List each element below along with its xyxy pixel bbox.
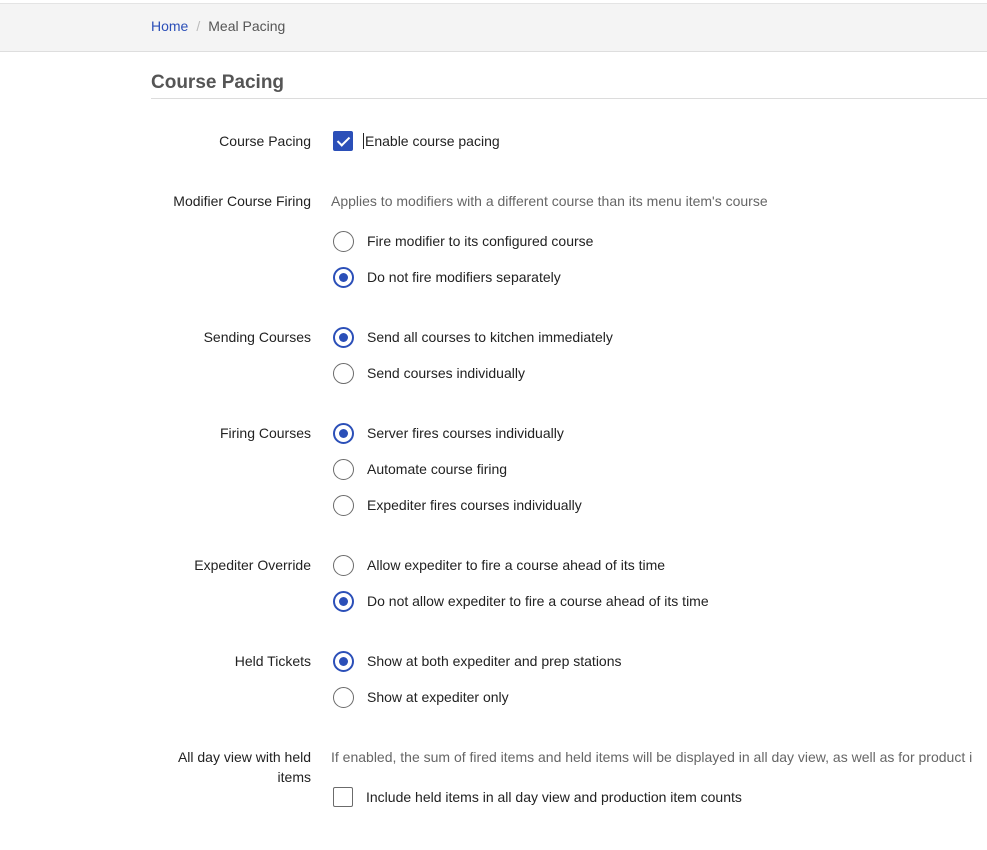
- do-not-fire-modifiers-option[interactable]: Do not fire modifiers separately: [333, 266, 561, 288]
- expediter-override-label: Expediter Override: [194, 557, 311, 573]
- automate-course-firing-option[interactable]: Automate course firing: [333, 458, 507, 480]
- automate-course-firing-radio[interactable]: [333, 458, 354, 480]
- modifier-course-firing-help: Applies to modifiers with a different co…: [331, 193, 768, 209]
- sending-courses-label: Sending Courses: [203, 329, 311, 345]
- enable-course-pacing-option[interactable]: Enable course pacing: [333, 130, 500, 152]
- breadcrumb-separator: /: [196, 18, 201, 34]
- all-day-view-label-line2: items: [277, 769, 311, 785]
- expediter-fires-courses-radio[interactable]: [333, 494, 354, 516]
- send-all-courses-radio[interactable]: [333, 326, 354, 348]
- server-fires-courses-option[interactable]: Server fires courses individually: [333, 422, 564, 444]
- firing-courses-label: Firing Courses: [219, 425, 311, 441]
- breadcrumb-bar: Home / Meal Pacing: [0, 4, 987, 52]
- include-held-items-checkbox[interactable]: [333, 787, 353, 807]
- do-not-fire-modifiers-radio[interactable]: [333, 266, 354, 288]
- show-both-stations-radio[interactable]: [333, 650, 354, 672]
- send-courses-individually-radio[interactable]: [333, 362, 354, 384]
- allow-expediter-fire-text: Allow expediter to fire a course ahead o…: [367, 557, 666, 573]
- show-expediter-only-radio[interactable]: [333, 686, 354, 708]
- send-courses-individually-text: Send courses individually: [367, 365, 525, 381]
- include-held-items-text: Include held items in all day view and p…: [366, 789, 742, 805]
- all-day-view-label: All day view with held items: [141, 747, 311, 787]
- expediter-fires-courses-option[interactable]: Expediter fires courses individually: [333, 494, 582, 516]
- course-pacing-label: Course Pacing: [219, 133, 311, 149]
- show-expediter-only-text: Show at expediter only: [367, 689, 509, 705]
- all-day-view-help: If enabled, the sum of fired items and h…: [331, 749, 973, 765]
- allow-expediter-fire-radio[interactable]: [333, 554, 354, 576]
- modifier-course-firing-label: Modifier Course Firing: [173, 193, 311, 209]
- expediter-fires-courses-text: Expediter fires courses individually: [367, 497, 582, 513]
- breadcrumb-current: Meal Pacing: [208, 18, 286, 34]
- show-both-stations-text: Show at both expediter and prep stations: [367, 653, 622, 669]
- fire-modifier-configured-option[interactable]: Fire modifier to its configured course: [333, 230, 593, 252]
- do-not-fire-modifiers-text: Do not fire modifiers separately: [367, 269, 561, 285]
- server-fires-courses-radio[interactable]: [333, 422, 354, 444]
- send-all-courses-text: Send all courses to kitchen immediately: [367, 329, 613, 345]
- allow-expediter-fire-option[interactable]: Allow expediter to fire a course ahead o…: [333, 554, 665, 576]
- send-courses-individually-option[interactable]: Send courses individually: [333, 362, 525, 384]
- fire-modifier-configured-radio[interactable]: [333, 230, 354, 252]
- show-expediter-only-option[interactable]: Show at expediter only: [333, 686, 509, 708]
- enable-course-pacing-text: Enable course pacing: [365, 133, 500, 149]
- include-held-items-option[interactable]: Include held items in all day view and p…: [333, 786, 742, 808]
- do-not-allow-expediter-text: Do not allow expediter to fire a course …: [367, 593, 709, 609]
- all-day-view-label-line1: All day view with held: [177, 749, 311, 765]
- automate-course-firing-text: Automate course firing: [367, 461, 508, 477]
- server-fires-courses-text: Server fires courses individually: [367, 425, 564, 441]
- text-cursor: [363, 133, 364, 149]
- breadcrumb-home-link[interactable]: Home: [151, 18, 188, 34]
- send-all-courses-option[interactable]: Send all courses to kitchen immediately: [333, 326, 613, 348]
- section-divider: [151, 98, 987, 99]
- section-title: Course Pacing: [151, 72, 285, 93]
- show-both-stations-option[interactable]: Show at both expediter and prep stations: [333, 650, 622, 672]
- do-not-allow-expediter-option[interactable]: Do not allow expediter to fire a course …: [333, 590, 709, 612]
- do-not-allow-expediter-radio[interactable]: [333, 590, 354, 612]
- held-tickets-label: Held Tickets: [234, 653, 311, 669]
- enable-course-pacing-checkbox[interactable]: [333, 131, 353, 151]
- breadcrumb: Home / Meal Pacing: [151, 18, 285, 34]
- fire-modifier-configured-text: Fire modifier to its configured course: [367, 233, 594, 249]
